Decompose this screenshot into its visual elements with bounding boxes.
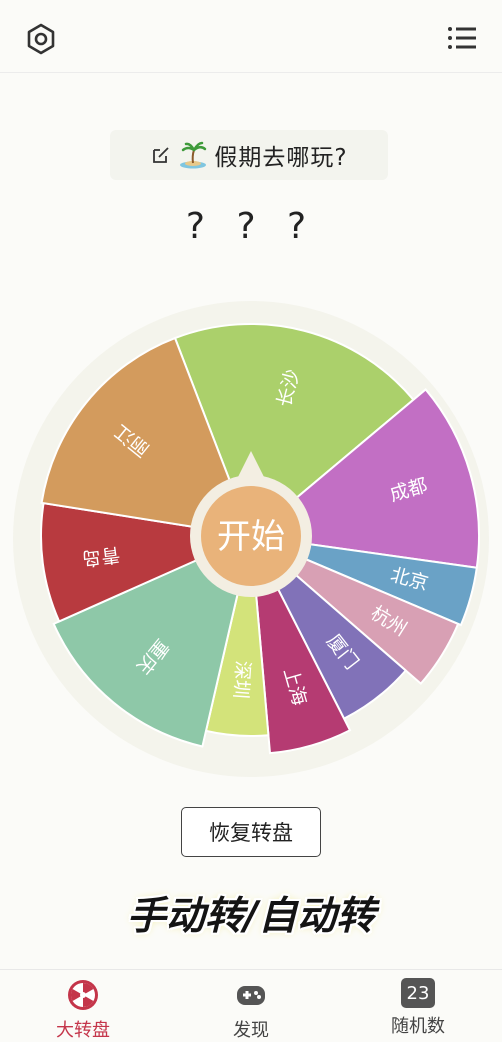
gamepad-icon [237, 986, 265, 1005]
settings-hexagon-icon [27, 23, 55, 55]
spin-wheel[interactable]: 长沙 成都 北京 杭州 厦门 上海 深圳 重庆 青岛 丽江 开始 [9, 297, 493, 781]
wheel-icon [68, 980, 98, 1010]
number-badge-icon: 23 [401, 978, 435, 1008]
island-emoji-icon [180, 141, 207, 169]
wheel-title-box[interactable]: 假期去哪玩? [110, 130, 388, 180]
edit-icon[interactable] [150, 144, 172, 166]
settings-button[interactable] [22, 20, 60, 58]
wheel-segment-label: 深圳 [229, 660, 254, 699]
nav-item-random-number[interactable]: 23 随机数 [358, 978, 478, 1038]
wheel-title: 假期去哪玩? [214, 145, 348, 171]
result-text: ? ? ? [185, 206, 317, 247]
nav-label-wheel: 大转盘 [56, 1020, 110, 1041]
wheel-graphic[interactable]: 长沙成都北京杭州厦门上海深圳重庆青岛丽江 开始 [9, 297, 493, 781]
restore-wheel-button[interactable]: 恢复转盘 [181, 807, 321, 857]
nav-item-discover[interactable]: 发现 [191, 978, 311, 1042]
bottom-nav: 大转盘 发现 23 随机数 [0, 969, 502, 1042]
nav-label-discover: 发现 [233, 1020, 269, 1041]
caption-overlay: 手动转/自动转 [126, 894, 376, 939]
nav-item-wheel[interactable]: 大转盘 [23, 978, 143, 1042]
start-label: 开始 [217, 517, 285, 557]
list-icon [448, 27, 476, 49]
nav-label-random-number: 随机数 [391, 1016, 445, 1037]
top-bar [0, 0, 502, 73]
menu-button[interactable] [444, 20, 480, 56]
